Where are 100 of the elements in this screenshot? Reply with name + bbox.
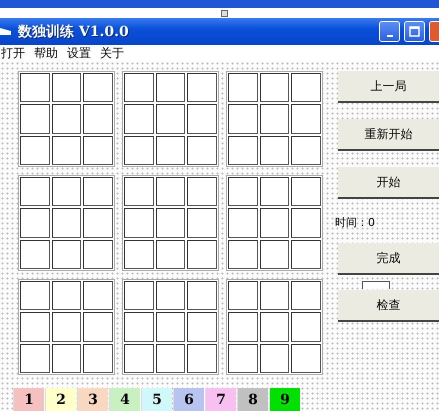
grid-cell[interactable]: [260, 136, 290, 165]
grid-cell[interactable]: [52, 281, 82, 310]
grid-cell[interactable]: [83, 73, 113, 102]
grid-cell[interactable]: [83, 177, 113, 206]
grid-cell[interactable]: [291, 104, 321, 134]
grid-cell[interactable]: [124, 312, 154, 342]
grid-cell[interactable]: [124, 177, 154, 206]
grid-cell[interactable]: [156, 104, 186, 134]
number-tile[interactable]: 6: [173, 388, 204, 411]
number-tile[interactable]: 3: [77, 388, 108, 411]
grid-cell[interactable]: [228, 312, 258, 342]
grid-cell[interactable]: [260, 312, 290, 342]
grid-cell[interactable]: [20, 208, 50, 238]
grid-cell[interactable]: [228, 344, 258, 373]
grid-cell[interactable]: [228, 136, 258, 165]
grid-cell[interactable]: [52, 240, 82, 269]
grid-cell[interactable]: [291, 240, 321, 269]
grid-cell[interactable]: [187, 177, 217, 206]
grid-cell[interactable]: [20, 73, 50, 102]
minimize-button[interactable]: [379, 21, 400, 42]
grid-cell[interactable]: [291, 281, 321, 310]
grid-cell[interactable]: [156, 73, 186, 102]
grid-cell[interactable]: [291, 136, 321, 165]
grid-cell[interactable]: [260, 344, 290, 373]
grid-cell[interactable]: [52, 208, 82, 238]
grid-cell[interactable]: [187, 136, 217, 165]
grid-cell[interactable]: [52, 73, 82, 102]
grid-cell[interactable]: [83, 281, 113, 310]
grid-cell[interactable]: [20, 281, 50, 310]
grid-cell[interactable]: [124, 136, 154, 165]
grid-cell[interactable]: [83, 312, 113, 342]
menu-item[interactable]: 帮助: [34, 44, 58, 62]
grid-cell[interactable]: [156, 240, 186, 269]
grid-cell[interactable]: [20, 177, 50, 206]
grid-cell[interactable]: [124, 104, 154, 134]
grid-cell[interactable]: [52, 312, 82, 342]
grid-cell[interactable]: [83, 136, 113, 165]
menu-item[interactable]: 关于: [100, 44, 124, 62]
grid-cell[interactable]: [228, 104, 258, 134]
grid-cell[interactable]: [20, 240, 50, 269]
maximize-button[interactable]: [404, 21, 425, 42]
grid-cell[interactable]: [52, 177, 82, 206]
grid-cell[interactable]: [20, 344, 50, 373]
grid-cell[interactable]: [228, 281, 258, 310]
resize-handle-icon[interactable]: [221, 10, 228, 16]
grid-cell[interactable]: [83, 344, 113, 373]
grid-cell[interactable]: [228, 240, 258, 269]
grid-cell[interactable]: [156, 136, 186, 165]
grid-cell[interactable]: [260, 104, 290, 134]
grid-cell[interactable]: [52, 104, 82, 134]
grid-cell[interactable]: [83, 104, 113, 134]
grid-cell[interactable]: [83, 240, 113, 269]
grid-cell[interactable]: [187, 240, 217, 269]
grid-cell[interactable]: [291, 344, 321, 373]
grid-cell[interactable]: [52, 136, 82, 165]
grid-cell[interactable]: [124, 240, 154, 269]
menu-item[interactable]: 打开: [1, 44, 25, 62]
menu-item[interactable]: 设置: [67, 44, 91, 62]
grid-cell[interactable]: [260, 281, 290, 310]
grid-cell[interactable]: [291, 177, 321, 206]
grid-cell[interactable]: [52, 344, 82, 373]
number-tile[interactable]: 1: [13, 388, 44, 411]
grid-cell[interactable]: [124, 73, 154, 102]
action-button[interactable]: 完成: [338, 243, 439, 275]
grid-cell[interactable]: [83, 208, 113, 238]
grid-cell[interactable]: [228, 73, 258, 102]
action-button[interactable]: 重新开始: [338, 119, 439, 151]
grid-cell[interactable]: [20, 312, 50, 342]
grid-cell[interactable]: [187, 208, 217, 238]
grid-cell[interactable]: [187, 344, 217, 373]
grid-cell[interactable]: [260, 73, 290, 102]
close-button[interactable]: [429, 21, 439, 42]
grid-cell[interactable]: [124, 208, 154, 238]
number-tile[interactable]: 5: [141, 388, 172, 411]
grid-cell[interactable]: [156, 281, 186, 310]
grid-cell[interactable]: [291, 73, 321, 102]
grid-cell[interactable]: [187, 312, 217, 342]
grid-cell[interactable]: [156, 344, 186, 373]
number-tile[interactable]: 9: [269, 388, 300, 411]
grid-cell[interactable]: [20, 136, 50, 165]
grid-cell[interactable]: [291, 208, 321, 238]
grid-cell[interactable]: [260, 240, 290, 269]
grid-cell[interactable]: [228, 208, 258, 238]
grid-cell[interactable]: [260, 177, 290, 206]
grid-cell[interactable]: [187, 73, 217, 102]
number-tile[interactable]: 7: [205, 388, 236, 411]
number-tile[interactable]: 8: [237, 388, 268, 411]
action-button[interactable]: 开始: [338, 167, 439, 199]
grid-cell[interactable]: [20, 104, 50, 134]
grid-cell[interactable]: [156, 177, 186, 206]
grid-cell[interactable]: [260, 208, 290, 238]
grid-cell[interactable]: [124, 281, 154, 310]
grid-cell[interactable]: [228, 177, 258, 206]
grid-cell[interactable]: [156, 312, 186, 342]
grid-cell[interactable]: [291, 312, 321, 342]
grid-cell[interactable]: [187, 104, 217, 134]
action-button[interactable]: 上一局: [338, 71, 439, 103]
grid-cell[interactable]: [124, 344, 154, 373]
small-control[interactable]: [362, 281, 390, 289]
action-button[interactable]: 检查: [338, 290, 439, 322]
